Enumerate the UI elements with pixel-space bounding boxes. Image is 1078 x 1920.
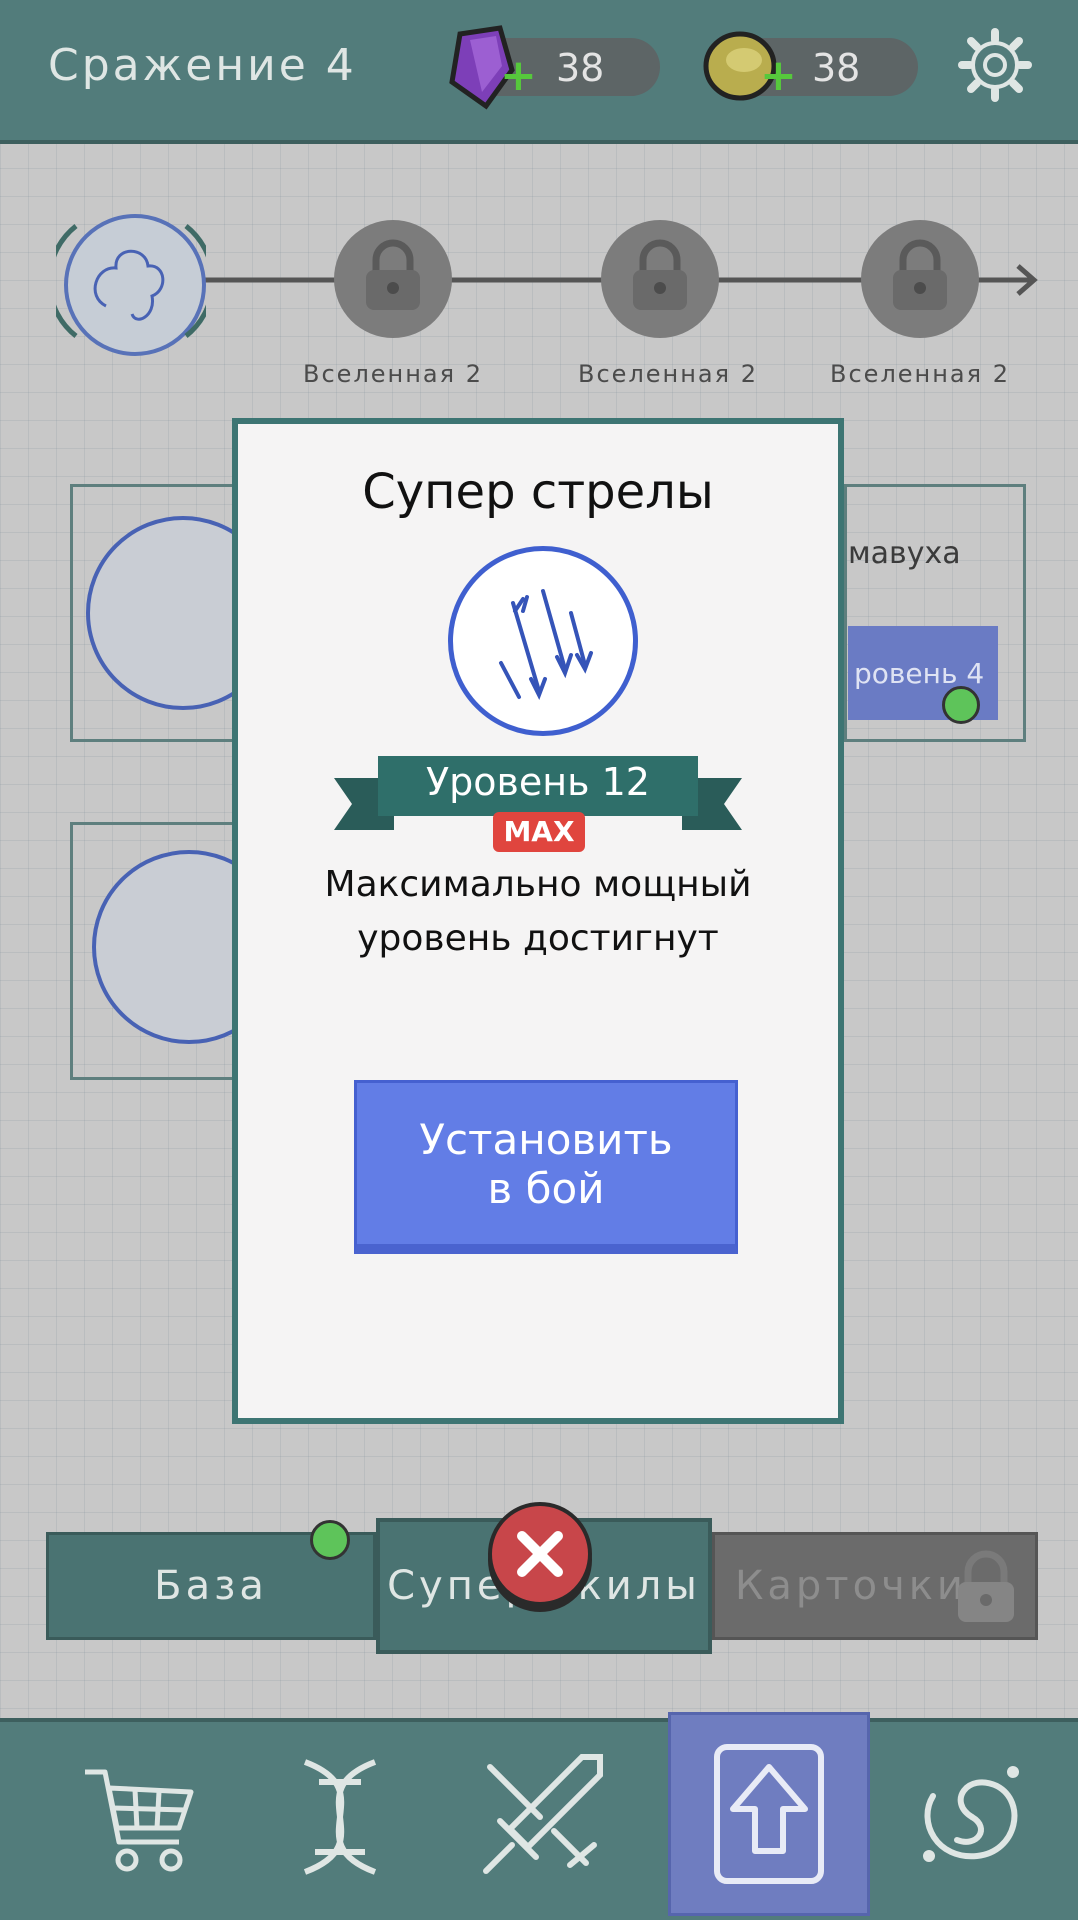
right-card-name: мавуха [848, 536, 961, 571]
upgrade-arrow-icon [714, 1744, 824, 1884]
install-in-battle-button[interactable]: Установить в бой [354, 1080, 738, 1254]
level-label: Уровень 12 [426, 760, 650, 804]
close-icon [517, 1531, 563, 1577]
dna-icon [303, 1759, 377, 1875]
nav-upgrade[interactable] [668, 1712, 870, 1916]
add-gems-icon[interactable]: + [500, 50, 537, 101]
button-label: в бой [487, 1163, 605, 1213]
max-badge: MAX [493, 812, 585, 852]
crossed-swords-icon [483, 1754, 603, 1874]
lock-icon [958, 1550, 1014, 1622]
description-line: Максимально мощный [324, 864, 752, 905]
add-coins-icon[interactable]: + [760, 50, 797, 101]
coins-value: 38 [812, 46, 861, 90]
node-label: Вселенная 2 [303, 360, 483, 388]
smoke-icon [56, 224, 206, 338]
skill-modal: Супер стрелы Уровень 12 MAX Максимально … [232, 418, 844, 1424]
galaxy-icon [923, 1766, 1019, 1862]
node-label: Вселенная 2 [830, 360, 1010, 388]
nav-shop[interactable] [40, 1718, 240, 1916]
nav-galaxy[interactable] [872, 1718, 1072, 1916]
battle-title: Сражение 4 [48, 40, 357, 91]
button-label: Установить [419, 1114, 673, 1164]
description-line: уровень достигнут [357, 918, 719, 959]
notification-dot [942, 686, 980, 724]
lock-icon [366, 239, 420, 310]
tab-label: База [154, 1563, 268, 1609]
gear-icon[interactable] [958, 28, 1032, 102]
notification-dot [310, 1520, 350, 1560]
arrows-skill-icon [448, 546, 638, 736]
modal-title: Супер стрелы [362, 464, 714, 520]
tab-label: Карточки [735, 1563, 967, 1609]
close-button[interactable] [488, 1502, 592, 1606]
node-label: Вселенная 2 [578, 360, 758, 388]
nav-dna[interactable] [240, 1718, 440, 1916]
shopping-cart-icon [85, 1769, 194, 1872]
lock-icon [633, 239, 687, 310]
gems-value: 38 [556, 46, 605, 90]
nav-battle[interactable] [440, 1718, 640, 1916]
lock-icon [893, 239, 947, 310]
